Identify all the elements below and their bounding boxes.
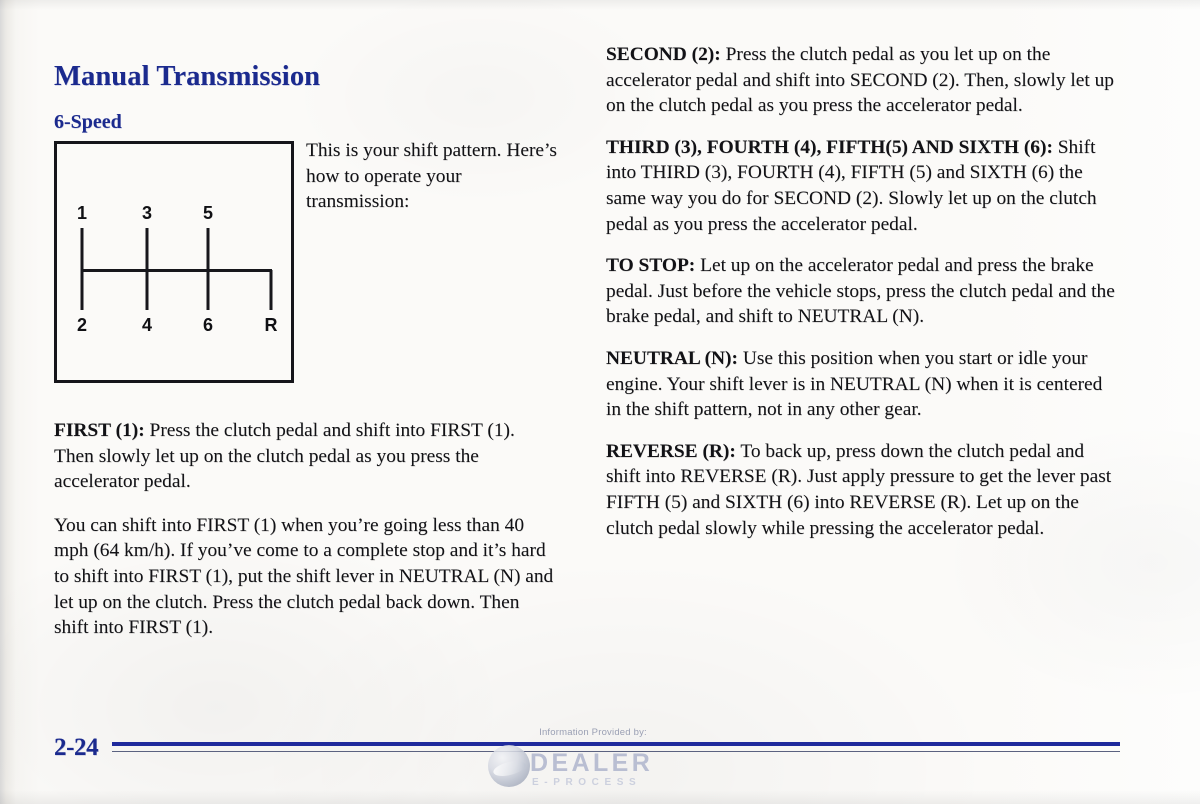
paragraph-body: You can shift into FIRST (1) when you’re… (54, 514, 554, 639)
shift-pattern-caption: This is your shift pattern. Here’s how t… (306, 140, 557, 213)
watermark: Information Provided by: DEALER E-PROCES… (478, 727, 708, 793)
shift-pattern-diagram: 1 3 5 2 4 6 R (54, 141, 294, 383)
paragraph-reverse: REVERSE (R): To back up, press down the … (606, 439, 1122, 541)
paragraph-neutral: NEUTRAL (N): Use this position when you … (606, 346, 1122, 423)
gear-label-1: 1 (76, 203, 88, 223)
paragraph-lead: FIRST (1): (54, 420, 145, 441)
footer-rule (112, 742, 1120, 753)
paragraph-lead: REVERSE (R): (606, 440, 736, 462)
paragraph-first-gear: FIRST (1): Press the clutch pedal and sh… (54, 418, 554, 495)
section-subtitle: 6-Speed (54, 110, 122, 133)
watermark-brand: DEALER (530, 749, 654, 777)
watermark-caption: Information Provided by: (539, 727, 647, 738)
paragraph-lead: SECOND (2): (606, 44, 721, 65)
neutral-gate-line (81, 269, 272, 272)
gear-label-5: 5 (202, 203, 214, 223)
watermark-brand-sub: E-PROCESS (532, 777, 642, 788)
footer-rule-thick (112, 742, 1120, 746)
paragraph-to-stop: TO STOP: Let up on the accelerator pedal… (606, 253, 1122, 330)
globe-swoosh (491, 758, 528, 779)
paragraph-lead: NEUTRAL (N): (606, 347, 738, 369)
paragraph-lead: THIRD (3), FOURTH (4), FIFTH(5) AND SIXT… (606, 136, 1053, 158)
gear-label-2: 2 (76, 315, 88, 335)
paragraph-second-gear: SECOND (2): Press the clutch pedal as yo… (606, 42, 1122, 119)
gear-label-4: 4 (141, 315, 153, 335)
gear-label-6: 6 (202, 315, 214, 335)
paragraph-third-to-sixth-gear: THIRD (3), FOURTH (4), FIFTH(5) AND SIXT… (606, 135, 1122, 237)
footer-rule-thin (112, 751, 1120, 753)
paragraph-lead: TO STOP: (606, 255, 696, 277)
left-column: FIRST (1): Press the clutch pedal and sh… (54, 418, 554, 641)
gate-line-reverse (269, 270, 273, 310)
right-column: SECOND (2): Press the clutch pedal as yo… (606, 42, 1122, 541)
page-title: Manual Transmission (54, 61, 321, 93)
gear-label-3: 3 (141, 203, 153, 223)
scanned-manual-page: Manual Transmission 6-Speed 1 3 5 2 4 6 … (0, 0, 1200, 804)
paragraph-first-gear-notes: You can shift into FIRST (1) when you’re… (54, 513, 554, 641)
gear-label-r: R (264, 315, 278, 335)
page-number: 2-24 (54, 734, 99, 761)
